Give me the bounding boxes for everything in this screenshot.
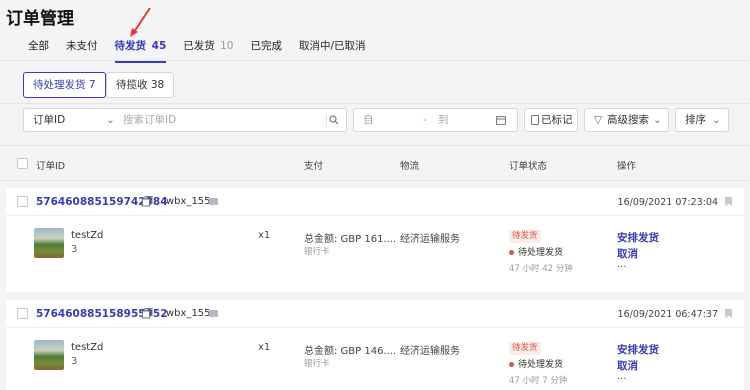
- product-thumbnail: [34, 228, 64, 258]
- status-text: 待处理发货: [518, 248, 564, 258]
- chevron-down-icon: ⌄: [712, 114, 721, 126]
- copy-icon[interactable]: [142, 196, 153, 207]
- product-qty: 3: [71, 356, 78, 367]
- subtab-pending-ship[interactable]: 待处理发货 7: [23, 72, 106, 98]
- buyer-username: wbx_155: [166, 196, 211, 207]
- status-dot-icon: [509, 362, 514, 367]
- order-time: 16/09/2021 07:23:04: [617, 197, 718, 208]
- search-icon[interactable]: [329, 115, 339, 125]
- chevron-down-icon: ⌄: [653, 114, 662, 126]
- order-checkbox[interactable]: [17, 196, 28, 207]
- tab-count: 45: [151, 40, 167, 52]
- buyer-username: wbx_155: [166, 308, 211, 319]
- tabs-divider: [0, 60, 750, 61]
- more-actions-button[interactable]: ...: [617, 371, 627, 382]
- marked-filter-button[interactable]: 已标记: [524, 108, 578, 132]
- date-range-picker[interactable]: 自 - 到: [353, 108, 518, 132]
- logistics-service: 经济运输服务: [400, 234, 460, 245]
- status-text: 待处理发货: [518, 360, 564, 370]
- bookmark-icon[interactable]: [725, 197, 732, 206]
- logistics-service: 经济运输服务: [400, 346, 460, 357]
- advanced-search-button[interactable]: ▽ 高级搜索 ⌄: [584, 108, 669, 132]
- payment-method: 银行卡: [304, 247, 330, 257]
- header-order-id: 订单ID: [36, 161, 66, 172]
- arrange-shipment-button[interactable]: 安排发货: [617, 230, 659, 245]
- status-badge: 待发货: [509, 230, 541, 243]
- tab-label: 未支付: [66, 40, 98, 52]
- product-name: testZd: [71, 230, 104, 241]
- field-select[interactable]: 订单ID: [33, 109, 65, 131]
- date-separator: -: [423, 114, 427, 126]
- tab-label: 已发货: [183, 40, 215, 52]
- page-title: 订单管理: [6, 9, 74, 29]
- bookmark-icon: [531, 115, 539, 125]
- chat-icon[interactable]: [209, 198, 218, 205]
- product-qty: 3: [71, 244, 78, 255]
- table-header: 订单ID 支付 物流 订单状态 操作: [0, 145, 750, 181]
- copy-icon[interactable]: [142, 308, 153, 319]
- tab-count: 10: [220, 40, 234, 52]
- order-card-header: 576460885158955952 wbx_155 16/09/2021 06…: [6, 300, 744, 328]
- order-card-header: 576460885159742384 wbx_155 16/09/2021 07…: [6, 188, 744, 216]
- date-to: 到: [438, 114, 449, 126]
- product-name: testZd: [71, 342, 104, 353]
- order-card: 576460885159742384 wbx_155 16/09/2021 07…: [6, 188, 744, 292]
- header-actions: 操作: [617, 161, 637, 172]
- elapsed-time: 47 小时 42 分钟: [509, 264, 573, 274]
- quantity-multiplier: x1: [258, 342, 271, 353]
- chat-icon[interactable]: [209, 310, 218, 317]
- elapsed-time: 47 小时 7 分钟: [509, 376, 568, 386]
- subtab-pending-pickup[interactable]: 待揽收 38: [106, 72, 175, 98]
- status-dot-icon: [509, 250, 514, 255]
- marked-label: 已标记: [541, 114, 573, 126]
- filter-icon: ▽: [594, 114, 603, 126]
- order-total: 总金额: GBP 146....: [304, 346, 397, 357]
- calendar-icon: [496, 116, 506, 125]
- order-card: 576460885158955952 wbx_155 16/09/2021 06…: [6, 300, 744, 390]
- order-checkbox[interactable]: [17, 308, 28, 319]
- sort-button[interactable]: 排序 ⌄: [675, 108, 729, 132]
- divider: [326, 114, 327, 127]
- tab-label: 全部: [28, 40, 49, 52]
- advanced-search-label: 高级搜索: [607, 114, 649, 126]
- order-total: 总金额: GBP 161....: [304, 234, 397, 245]
- tab-label: 待发货: [114, 40, 147, 52]
- sort-label: 排序: [685, 114, 706, 126]
- quantity-multiplier: x1: [258, 230, 271, 241]
- chevron-down-icon[interactable]: ⌄: [106, 109, 115, 131]
- search-combo: 订单ID ⌄ 搜索订单ID: [23, 108, 347, 132]
- bookmark-icon[interactable]: [725, 309, 732, 318]
- product-thumbnail: [34, 340, 64, 370]
- more-actions-button[interactable]: ...: [617, 259, 627, 270]
- search-input[interactable]: 搜索订单ID: [123, 109, 176, 131]
- status-badge: 待发货: [509, 342, 541, 355]
- annotation-arrow-icon: [130, 7, 151, 37]
- header-status: 订单状态: [509, 161, 548, 172]
- select-all-checkbox[interactable]: [17, 158, 28, 169]
- date-from: 自: [363, 114, 374, 126]
- header-payment: 支付: [304, 161, 324, 172]
- tab-label: 取消中/已取消: [299, 40, 366, 52]
- header-logistics: 物流: [400, 161, 420, 172]
- tab-label: 已完成: [250, 40, 283, 52]
- subtab-divider: [0, 103, 750, 104]
- payment-method: 银行卡: [304, 359, 330, 369]
- order-time: 16/09/2021 06:47:37: [617, 309, 718, 320]
- arrange-shipment-button[interactable]: 安排发货: [617, 342, 659, 357]
